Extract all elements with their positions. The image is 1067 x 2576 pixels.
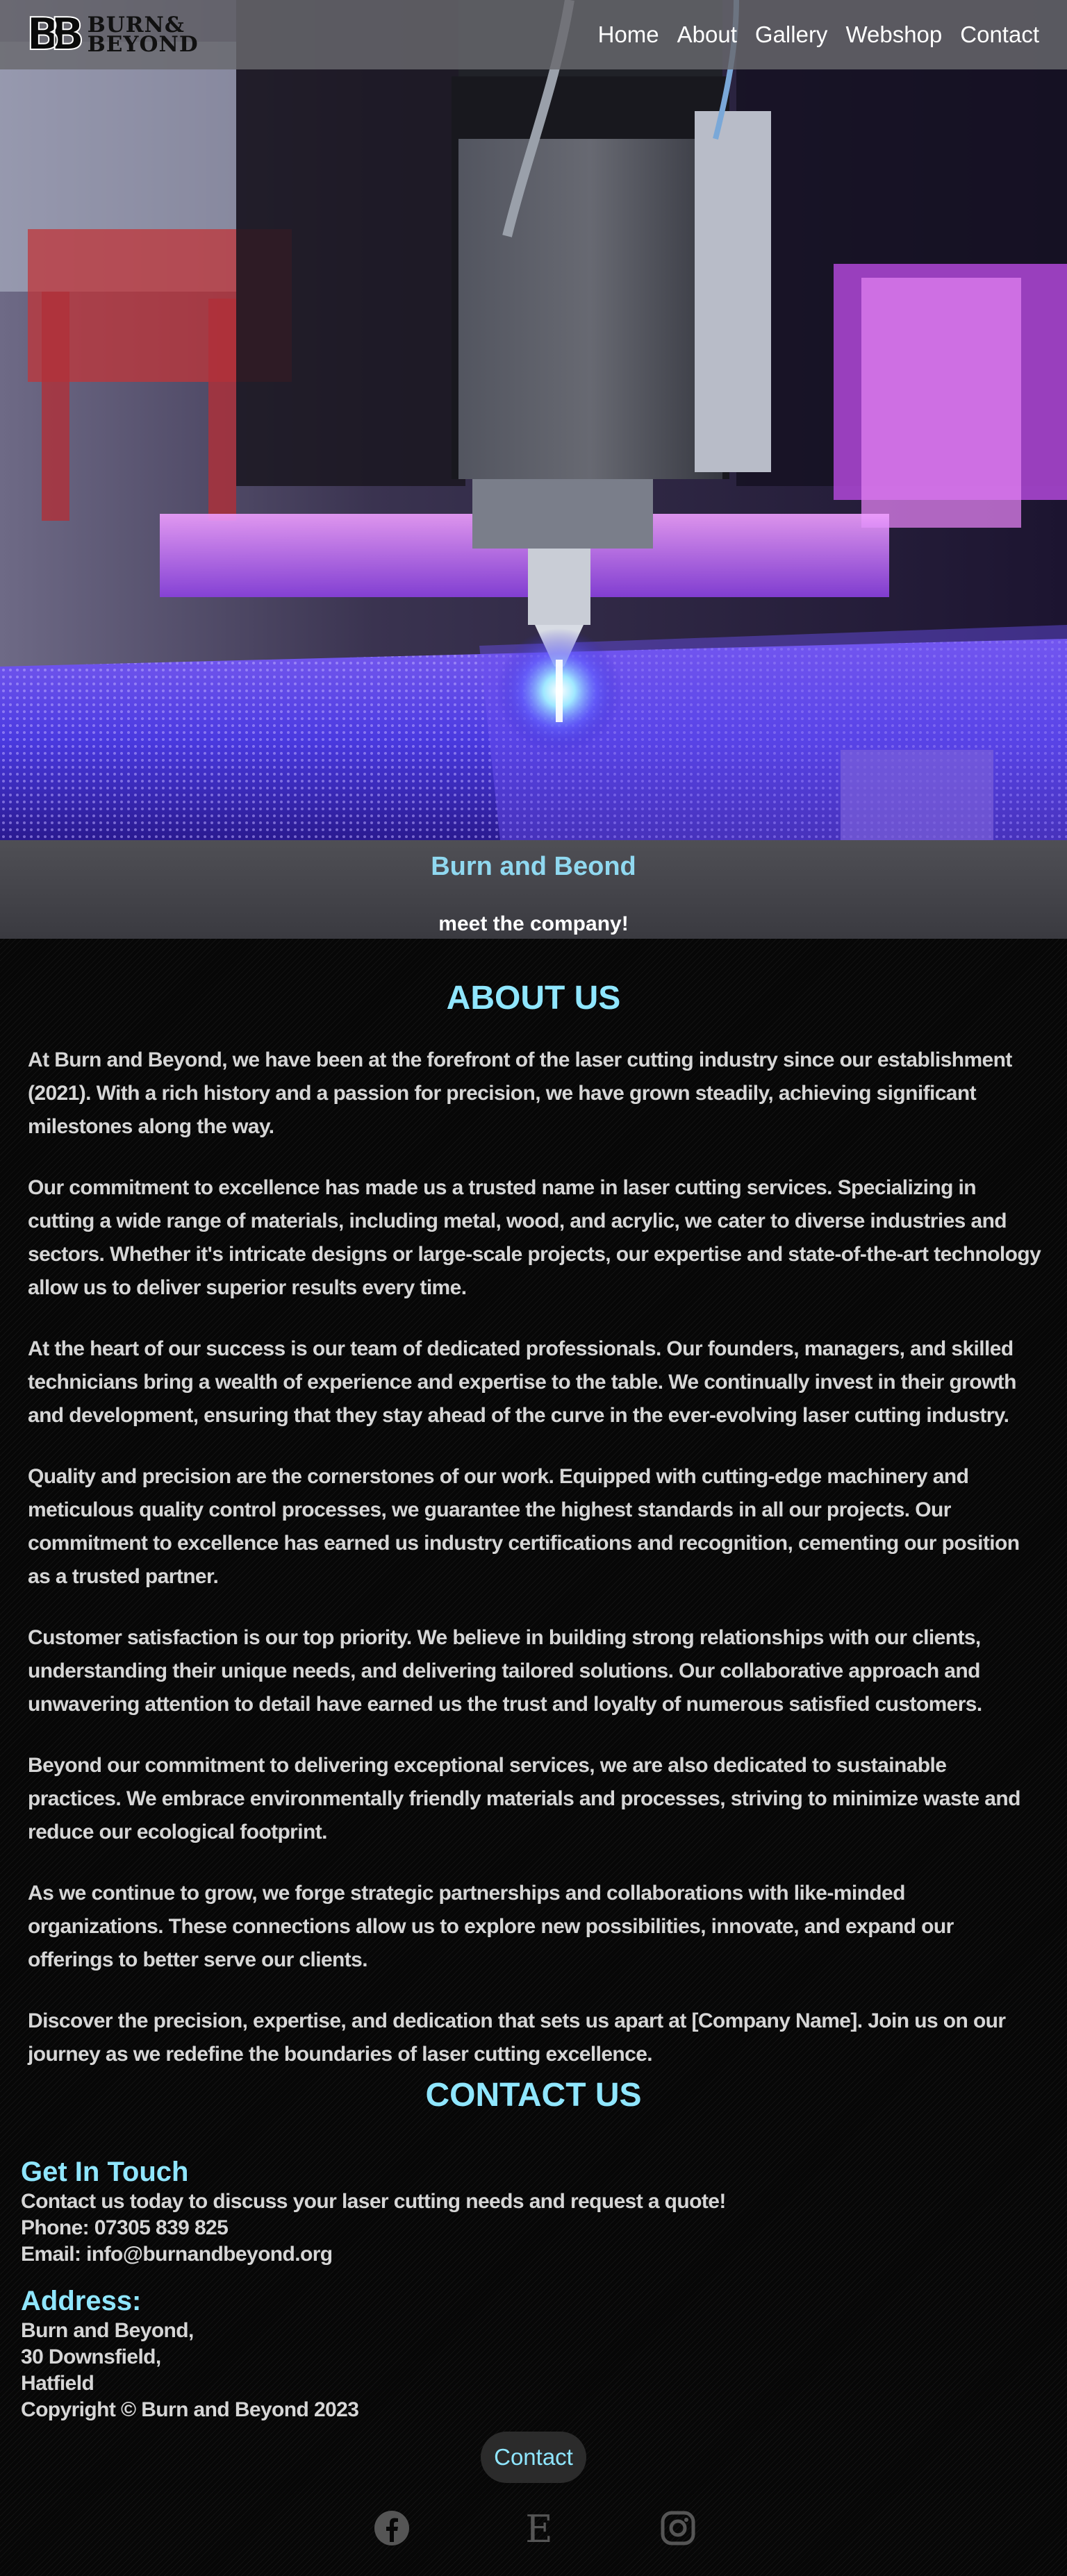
address-line: 30 Downsfield, bbox=[21, 2345, 161, 2368]
nav-home-link[interactable]: Home bbox=[598, 22, 659, 48]
banner-subtitle: meet the company! bbox=[438, 912, 629, 935]
logo-icon: BB bbox=[26, 9, 85, 60]
address-line: Burn and Beyond, bbox=[21, 2319, 194, 2342]
about-heading: ABOUT US bbox=[446, 980, 621, 1017]
main-nav: Home About Gallery Webshop Contact bbox=[598, 22, 1039, 48]
social-links: E bbox=[0, 2507, 1067, 2556]
about-paragraph: At the heart of our success is our team … bbox=[28, 1337, 1016, 1427]
about-paragraph: As we continue to grow, we forge strateg… bbox=[28, 1882, 954, 1971]
hero-banner: Burn and Beond meet the company! bbox=[0, 840, 1067, 939]
navbar: BB BURN& BEYOND Home About Gallery Websh… bbox=[0, 0, 1067, 69]
facebook-icon[interactable] bbox=[371, 2507, 413, 2549]
contact-section: Get In Touch Contact us today to discuss… bbox=[21, 2155, 993, 2423]
about-paragraph: Beyond our commitment to delivering exce… bbox=[28, 1754, 1020, 1843]
contact-phone: Phone: 07305 839 825 bbox=[21, 2216, 229, 2239]
about-section: At Burn and Beyond, we have been at the … bbox=[28, 1044, 1042, 2099]
copyright: Copyright © Burn and Beyond 2023 bbox=[21, 2398, 359, 2421]
about-paragraph: Our commitment to excellence has made us… bbox=[28, 1176, 1041, 1299]
about-paragraph: Quality and precision are the cornerston… bbox=[28, 1465, 1020, 1588]
hero-image bbox=[0, 0, 1067, 840]
nav-gallery-link[interactable]: Gallery bbox=[755, 22, 828, 48]
logo[interactable]: BB BURN& BEYOND bbox=[26, 10, 199, 59]
contact-email: Email: info@burnandbeyond.org bbox=[21, 2243, 333, 2266]
nav-about-link[interactable]: About bbox=[677, 22, 737, 48]
logo-wordmark: BURN& BEYOND bbox=[87, 15, 199, 57]
about-paragraph: Discover the precision, expertise, and d… bbox=[28, 2009, 1006, 2066]
nav-webshop-link[interactable]: Webshop bbox=[845, 22, 942, 48]
address-line: Hatfield bbox=[21, 2372, 94, 2395]
contact-heading: CONTACT US bbox=[425, 2077, 642, 2114]
contact-intro: Contact us today to discuss your laser c… bbox=[21, 2190, 726, 2213]
logo-text-line2: BEYOND bbox=[87, 32, 199, 57]
get-in-touch-heading: Get In Touch bbox=[21, 2157, 189, 2187]
nav-contact-link[interactable]: Contact bbox=[960, 22, 1039, 48]
contact-button[interactable]: Contact bbox=[481, 2432, 586, 2483]
etsy-icon[interactable]: E bbox=[518, 2507, 560, 2551]
about-paragraph: At Burn and Beyond, we have been at the … bbox=[28, 1048, 1012, 1138]
etsy-letter: E bbox=[525, 2507, 552, 2549]
banner-title: Burn and Beond bbox=[431, 852, 636, 881]
address-heading: Address: bbox=[21, 2286, 142, 2316]
instagram-icon[interactable] bbox=[657, 2507, 699, 2549]
about-paragraph: Customer satisfaction is our top priorit… bbox=[28, 1626, 982, 1716]
